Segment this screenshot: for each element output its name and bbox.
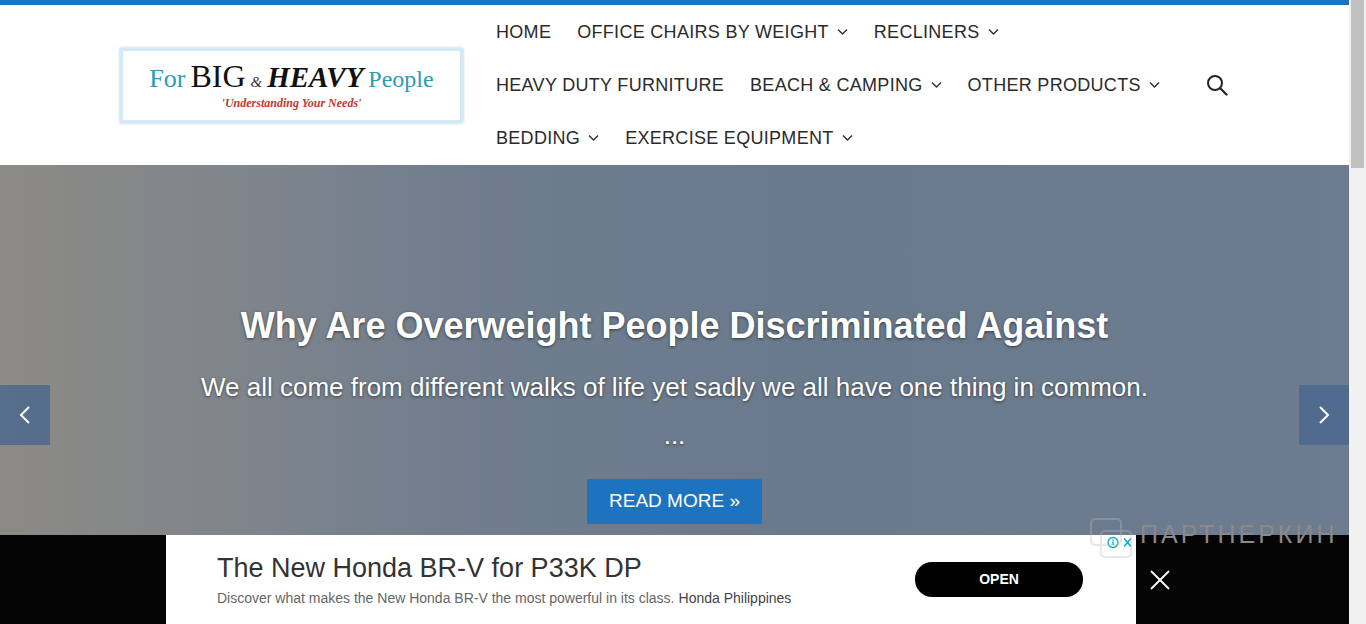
menu-link[interactable]: OFFICE CHAIRS BY WEIGHT [577,6,848,59]
menu-item: RECLINERS [874,6,999,59]
menu-item: OFFICE CHAIRS BY WEIGHT [577,6,848,59]
watermark-logo-icon [1088,516,1134,560]
menu-item: BEACH & CAMPING [750,59,942,112]
menu-label: OTHER PRODUCTS [968,59,1141,112]
slide-excerpt: We all come from different walks of life… [0,363,1349,411]
logo-word: & [251,74,263,91]
menu-label: HEAVY DUTY FURNITURE [496,59,724,112]
menu-link[interactable]: BEDDING [496,112,599,165]
logo-title: ForBIG&HEAVYPeople [149,59,433,94]
chevron-left-icon [19,405,31,425]
search-icon [1206,74,1228,96]
scrollbar[interactable] [1349,0,1366,624]
chevron-right-icon [1318,405,1330,425]
ad-headline[interactable]: The New Honda BR-V for P33K DP [217,552,915,584]
chevron-down-icon [988,28,999,36]
menu-link[interactable]: HEAVY DUTY FURNITURE [496,59,724,112]
slide-ellipsis: ... [0,411,1349,459]
chevron-down-icon [588,134,599,142]
page: ForBIG&HEAVYPeople 'Understanding Your Ne… [0,0,1349,624]
menu-label: HOME [496,6,551,59]
ad-advertiser: Honda Philippines [679,590,792,606]
browser-viewport: ForBIG&HEAVYPeople 'Understanding Your Ne… [0,0,1366,624]
menu-label: OFFICE CHAIRS BY WEIGHT [577,6,829,59]
ad-close-button[interactable] [1140,535,1180,624]
logo-word: HEAVY [267,62,363,94]
menu-link[interactable]: OTHER PRODUCTS [968,59,1160,112]
previous-slide-button[interactable] [0,385,50,445]
ad-description-line: Discover what makes the New Honda BR-V t… [217,589,915,607]
menu-item: HOME [496,6,551,59]
ad-banner: The New Honda BR-V for P33K DP Discover w… [0,535,1349,624]
menu-item: EXERCISE EQUIPMENT [625,112,852,165]
menu-label: BEACH & CAMPING [750,59,923,112]
ad-open-button[interactable]: OPEN [915,562,1083,597]
logo-word: People [368,66,433,92]
menu-link[interactable]: HOME [496,6,551,59]
main-menu: HOME OFFICE CHAIRS BY WEIGHT RECLINERS HEAV… [496,6,1186,165]
logo-word: For [149,65,185,94]
search-button[interactable] [1202,70,1232,100]
logo-word: BIG [190,59,245,94]
next-slide-button[interactable] [1299,385,1349,445]
chevron-down-icon [931,81,942,89]
adchoices-icon [1105,535,1136,550]
read-more-button[interactable]: READ MORE » [587,479,762,524]
menu-label: EXERCISE EQUIPMENT [625,112,833,165]
ad-box[interactable]: The New Honda BR-V for P33K DP Discover w… [166,535,1136,624]
scrollbar-thumb[interactable] [1351,0,1364,168]
menu-item: BEDDING [496,112,599,165]
menu-item: OTHER PRODUCTS [968,59,1160,112]
chevron-down-icon [842,134,853,142]
menu-link[interactable]: EXERCISE EQUIPMENT [625,112,852,165]
chevron-down-icon [1149,81,1160,89]
ad-text: The New Honda BR-V for P33K DP Discover w… [217,552,915,607]
menu-link[interactable]: RECLINERS [874,6,999,59]
ad-description: Discover what makes the New Honda BR-V t… [217,590,675,606]
menu-label: BEDDING [496,112,580,165]
menu-label: RECLINERS [874,6,980,59]
menu-link[interactable]: BEACH & CAMPING [750,59,942,112]
chevron-down-icon [837,28,848,36]
site-logo[interactable]: ForBIG&HEAVYPeople 'Understanding Your Ne… [120,48,463,123]
site-header: ForBIG&HEAVYPeople 'Understanding Your Ne… [0,5,1349,165]
logo-tagline: 'Understanding Your Needs' [222,96,362,110]
close-icon [1150,570,1170,590]
watermark: ПАРТНЕРКИН [1140,522,1337,547]
slide-title: Why Are Overweight People Discriminated … [0,303,1349,349]
menu-item: HEAVY DUTY FURNITURE [496,59,724,112]
